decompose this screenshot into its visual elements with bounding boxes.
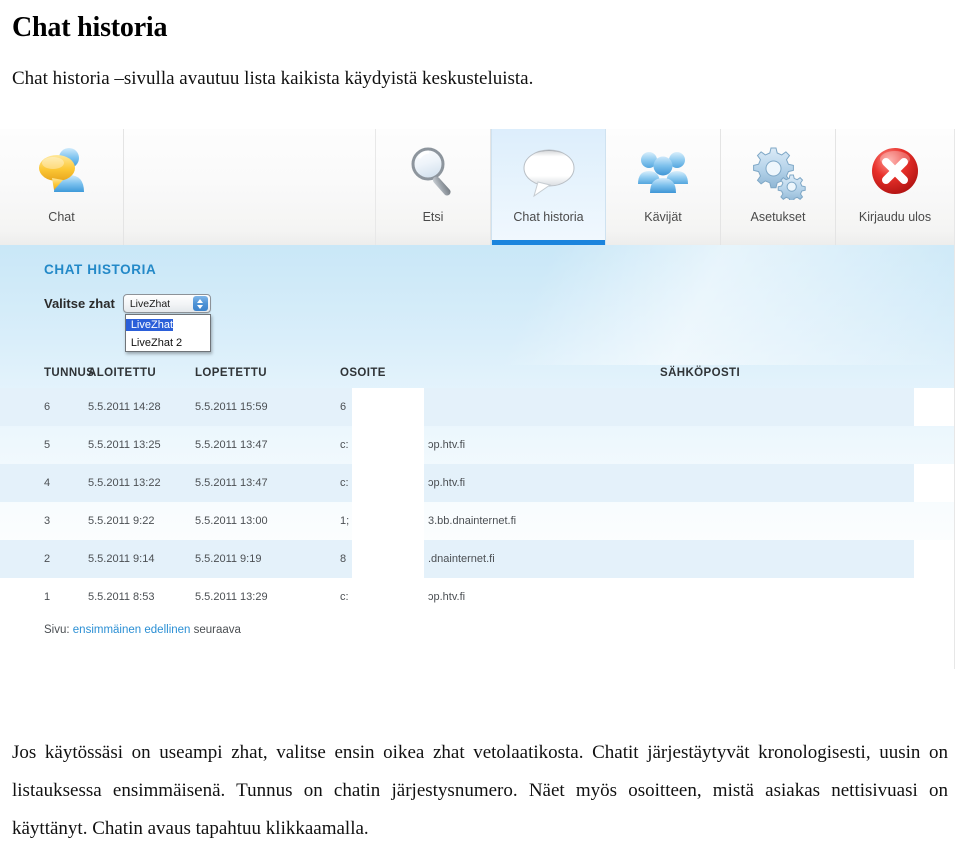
column-header-sahkoposti: SÄHKÖPOSTI	[660, 366, 741, 379]
zhat-select-row: Valitse zhat LiveZhat LiveZhat LiveZhat …	[44, 294, 211, 352]
speech-bubble-icon	[518, 141, 580, 203]
app-toolbar: Chat Etsi Chat historia Kävijät Asetukse…	[0, 129, 954, 245]
table-header-row: TUNNUS ALOITETTU LOPETETTU OSOITE SÄHKÖP…	[0, 357, 954, 388]
chevron-down-icon	[197, 304, 204, 309]
cell-tunnus: 1	[44, 591, 51, 603]
cell-osoite-suffix: ɔp.htv.fi	[428, 477, 466, 489]
chevron-up-icon	[197, 298, 204, 303]
column-header-tunnus: TUNNUS	[44, 366, 95, 379]
toolbar-label-kirjaudu-ulos: Kirjaudu ulos	[858, 210, 932, 224]
cell-tunnus: 3	[44, 515, 51, 527]
cell-lopetettu: 5.5.2011 13:47	[195, 477, 268, 489]
cell-tunnus: 6	[44, 401, 51, 413]
pagination-next-link[interactable]: seuraava	[194, 624, 241, 636]
cell-aloitettu: 5.5.2011 9:22	[88, 515, 155, 527]
zhat-option-1[interactable]: LiveZhat 2	[126, 337, 182, 349]
zhat-select-label: Valitse zhat	[44, 296, 115, 311]
zhat-select-value: LiveZhat	[129, 297, 171, 310]
embedded-app-screenshot: Chat Etsi Chat historia Kävijät Asetukse…	[0, 129, 955, 669]
toolbar-label-asetukset: Asetukset	[750, 210, 806, 224]
table-row[interactable]: 5 5.5.2011 13:25 5.5.2011 13:47 c: ɔp.ht…	[0, 426, 954, 464]
cell-osoite-suffix: .dnainternet.fi	[428, 553, 495, 565]
cell-osoite-suffix: 3.bb.dnainternet.fi	[428, 515, 517, 527]
cell-lopetettu: 5.5.2011 13:29	[195, 591, 268, 603]
toolbar-button-kirjaudu-ulos[interactable]: Kirjaudu ulos	[836, 129, 954, 245]
chat-history-table: TUNNUS ALOITETTU LOPETETTU OSOITE SÄHKÖP…	[0, 357, 954, 616]
table-row[interactable]: 3 5.5.2011 9:22 5.5.2011 13:00 1; 3.bb.d…	[0, 502, 954, 540]
cell-lopetettu: 5.5.2011 13:00	[195, 515, 268, 527]
zhat-select-dropdown[interactable]: LiveZhat LiveZhat 2	[124, 314, 211, 352]
column-header-aloitettu: ALOITETTU	[88, 366, 157, 379]
zhat-select-box[interactable]: LiveZhat	[122, 294, 211, 313]
body-paragraph: Jos käytössäsi on useampi zhat, valitse …	[12, 742, 948, 839]
content-panel: CHAT HISTORIA Valitse zhat LiveZhat Live…	[0, 245, 954, 669]
cell-osoite-prefix: 6	[340, 401, 347, 413]
table-row[interactable]: 4 5.5.2011 13:22 5.5.2011 13:47 c: ɔp.ht…	[0, 464, 954, 502]
toolbar-button-kavijat[interactable]: Kävijät	[606, 129, 721, 245]
redaction-block	[352, 388, 424, 426]
cell-tunnus: 5	[44, 439, 51, 451]
pagination-label: Sivu:	[44, 624, 70, 636]
table-row[interactable]: 2 5.5.2011 9:14 5.5.2011 9:19 8 .dnainte…	[0, 540, 954, 578]
cell-osoite: c: ɔp.htv.fi	[340, 578, 660, 616]
toolbar-label-etsi: Etsi	[422, 210, 444, 224]
pagination-first-link[interactable]: ensimmäinen	[73, 624, 141, 636]
cell-aloitettu: 5.5.2011 13:22	[88, 477, 161, 489]
cell-osoite-prefix: c:	[340, 591, 349, 603]
cell-lopetettu: 5.5.2011 9:19	[195, 553, 262, 565]
toolbar-label-chat-historia: Chat historia	[513, 210, 584, 224]
redaction-block	[352, 540, 424, 578]
redaction-block	[352, 578, 424, 616]
redaction-block	[352, 502, 424, 540]
toolbar-button-asetukset[interactable]: Asetukset	[721, 129, 836, 245]
magnifier-icon	[405, 141, 461, 203]
zhat-select[interactable]: LiveZhat LiveZhat LiveZhat 2	[122, 294, 211, 352]
cell-osoite-prefix: c:	[340, 477, 349, 489]
cell-aloitettu: 5.5.2011 13:25	[88, 439, 161, 451]
cell-osoite: c: ɔp.htv.fi	[340, 426, 660, 464]
cell-lopetettu: 5.5.2011 13:47	[195, 439, 268, 451]
page-title: Chat historia	[12, 12, 168, 43]
cell-aloitettu: 5.5.2011 8:53	[88, 591, 155, 603]
cell-osoite-prefix: c:	[340, 439, 349, 451]
cell-osoite: 1; 3.bb.dnainternet.fi	[340, 502, 660, 540]
chat-people-bubble-icon	[32, 141, 92, 203]
cell-aloitettu: 5.5.2011 14:28	[88, 401, 161, 413]
toolbar-label-kavijat: Kävijät	[644, 210, 682, 224]
cell-osoite: 6	[340, 388, 660, 426]
table-row[interactable]: 1 5.5.2011 8:53 5.5.2011 13:29 c: ɔp.htv…	[0, 578, 954, 616]
column-header-osoite: OSOITE	[340, 366, 386, 379]
panel-heading: CHAT HISTORIA	[44, 262, 157, 277]
cell-osoite: c: ɔp.htv.fi	[340, 464, 660, 502]
gears-icon	[749, 141, 807, 203]
intro-paragraph: Chat historia –sivulla avautuu lista kai…	[12, 68, 534, 89]
toolbar-button-chat-historia[interactable]: Chat historia	[491, 129, 606, 245]
cell-osoite-prefix: 1;	[340, 515, 350, 527]
toolbar-button-etsi[interactable]: Etsi	[376, 129, 491, 245]
zhat-option-0[interactable]: LiveZhat	[125, 319, 174, 331]
pagination: Sivu: ensimmäinen edellinen seuraava	[44, 624, 241, 636]
cell-osoite-suffix: ɔp.htv.fi	[428, 591, 466, 603]
pagination-previous-link[interactable]: edellinen	[144, 624, 190, 636]
red-x-circle-icon	[867, 141, 923, 203]
cell-osoite: 8 .dnainternet.fi	[340, 540, 660, 578]
cell-aloitettu: 5.5.2011 9:14	[88, 553, 155, 565]
cell-tunnus: 2	[44, 553, 51, 565]
toolbar-spacer	[124, 129, 376, 245]
table-row[interactable]: 6 5.5.2011 14:28 5.5.2011 15:59 6	[0, 388, 954, 426]
cell-osoite-suffix: ɔp.htv.fi	[428, 439, 466, 451]
cell-osoite-prefix: 8	[340, 553, 347, 565]
cell-lopetettu: 5.5.2011 15:59	[195, 401, 268, 413]
redaction-block	[352, 464, 424, 502]
toolbar-button-chat[interactable]: Chat	[0, 129, 124, 245]
group-people-icon	[632, 141, 694, 203]
cell-tunnus: 4	[44, 477, 51, 489]
redaction-block	[352, 426, 424, 464]
toolbar-label-chat: Chat	[48, 210, 75, 224]
stepper-arrows-icon[interactable]	[192, 296, 208, 311]
column-header-lopetettu: LOPETETTU	[195, 366, 267, 379]
